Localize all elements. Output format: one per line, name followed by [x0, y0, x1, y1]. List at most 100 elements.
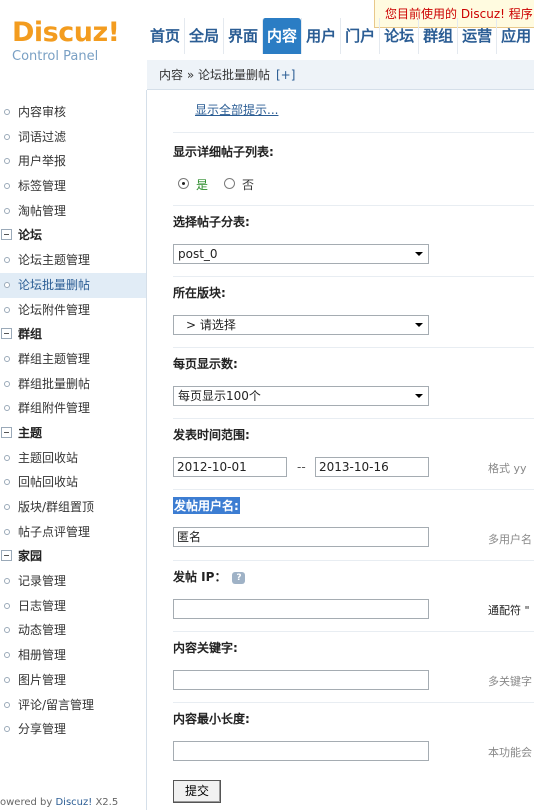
per-page-label: 每页显示数:	[173, 357, 238, 371]
divider	[173, 347, 534, 348]
sidebar-item[interactable]: 相册管理	[0, 643, 146, 668]
bullet-icon	[4, 652, 10, 659]
bullet-icon	[4, 207, 10, 214]
per-page-select[interactable]: 每页显示100个	[173, 386, 429, 406]
radio-yes-label[interactable]: 是	[196, 176, 208, 193]
sidebar-group-header[interactable]: 家园	[0, 544, 146, 569]
bullet-icon	[4, 405, 10, 412]
sidebar-item[interactable]: 群组附件管理	[0, 396, 146, 421]
radio-no[interactable]	[224, 178, 235, 189]
sidebar-item-label: 主题回收站	[18, 450, 79, 465]
sidebar-item-label: 群组主题管理	[18, 351, 91, 366]
bullet-icon	[4, 528, 10, 535]
sidebar-item-label: 群组附件管理	[18, 401, 91, 416]
sidebar-item[interactable]: 回帖回收站	[0, 470, 146, 495]
sidebar-item[interactable]: 淘帖管理	[0, 199, 146, 224]
bullet-icon	[4, 109, 10, 115]
author-label: 发帖用户名:	[173, 497, 240, 514]
nav-content[interactable]: 内容	[262, 18, 302, 54]
sidebar-item[interactable]: 用户举报	[0, 149, 146, 174]
bullet-icon	[4, 133, 10, 140]
sidebar-item-label: 图片管理	[18, 672, 67, 687]
sidebar-item[interactable]: 群组批量删帖	[0, 372, 146, 397]
keyword-input[interactable]	[173, 670, 429, 690]
nav-portal[interactable]: 门户	[340, 18, 379, 54]
sidebar-item-label: 版块/群组置顶	[18, 500, 95, 514]
help-icon[interactable]: ?	[232, 571, 246, 584]
time-end-input[interactable]: 2013-10-16	[315, 457, 429, 477]
author-input[interactable]: 匿名	[173, 527, 429, 547]
sidebar-item[interactable]: 图片管理	[0, 668, 146, 693]
sidebar-item[interactable]: 分享管理	[0, 717, 146, 742]
powered-brand-link[interactable]: Discuz!	[55, 797, 92, 808]
divider	[173, 205, 534, 206]
sidebar-item-label: 论坛主题管理	[18, 253, 91, 268]
radio-yes[interactable]	[178, 178, 189, 189]
forum-select[interactable]: > 请选择	[173, 315, 429, 335]
sidebar-item[interactable]: 动态管理	[0, 618, 146, 643]
sidebar-menu: 内容审核 词语过滤 用户举报 标签管理 淘帖管理 论坛论坛主题管理 论坛批量删帖论坛附件管理…	[0, 90, 146, 742]
nav-style[interactable]: 界面	[223, 18, 262, 54]
collapse-icon	[1, 229, 12, 241]
sidebar-item[interactable]: 内容审核	[0, 100, 146, 125]
sidebar-group-header[interactable]: 群组	[0, 322, 146, 347]
ip-label: 发帖 IP：	[173, 570, 227, 584]
discuz-logo[interactable]: Discuz! Control Panel	[12, 18, 120, 66]
add-shortcut-link[interactable]: [+]	[276, 68, 295, 82]
nav-plugin[interactable]: 应用	[496, 18, 534, 54]
sidebar-item[interactable]: 论坛附件管理	[0, 298, 146, 323]
nav-global[interactable]: 全局	[184, 18, 223, 54]
nav-user[interactable]: 用户	[301, 18, 340, 54]
sidebar-item[interactable]: 记录管理	[0, 569, 146, 594]
detail-list-radio-group: 是 否	[178, 178, 378, 192]
sidebar-item[interactable]: 论坛主题管理	[0, 248, 146, 273]
sidebar-item-label: 家园	[18, 549, 43, 564]
sidebar-item-label: 评论/留言管理	[18, 697, 95, 712]
post-table-select[interactable]: post_0	[173, 244, 429, 264]
divider	[173, 631, 534, 632]
sidebar-item[interactable]: 日志管理	[0, 594, 146, 619]
sidebar-item[interactable]: 论坛批量删帖	[0, 272, 146, 298]
sidebar-item-label: 动态管理	[18, 623, 67, 638]
bullet-icon	[4, 380, 10, 387]
bullet-icon	[4, 726, 10, 733]
post-table-value: post_0	[178, 247, 218, 261]
powered-version: X2.5	[92, 797, 119, 808]
ip-input[interactable]	[173, 599, 429, 619]
sidebar-item-label: 分享管理	[18, 722, 67, 737]
sidebar-item-label: 回帖回收站	[18, 475, 79, 490]
nav-forum[interactable]: 论坛	[379, 18, 418, 54]
bullet-icon	[4, 578, 10, 585]
sidebar-item[interactable]: 词语过滤	[0, 125, 146, 150]
sidebar-item[interactable]: 帖子点评管理	[0, 520, 146, 545]
sidebar-item[interactable]: 主题回收站	[0, 446, 146, 471]
show-all-tips-link[interactable]: 显示全部提示...	[195, 101, 278, 118]
sidebar-item-label: 相册管理	[18, 648, 67, 663]
ip-label-row: 发帖 IP：?	[173, 568, 246, 585]
sidebar-group-header[interactable]: 主题	[0, 421, 146, 446]
sidebar-group-header[interactable]: 论坛	[0, 223, 146, 248]
divider	[173, 702, 534, 703]
bullet-icon	[4, 454, 10, 461]
nav-extended[interactable]: 运营	[457, 18, 496, 54]
collapse-icon	[1, 328, 12, 340]
bullet-icon	[4, 158, 10, 165]
sidebar-item[interactable]: 版块/群组置顶	[0, 495, 146, 520]
submit-button[interactable]: 提交	[173, 780, 221, 803]
radio-no-label[interactable]: 否	[242, 176, 254, 193]
sidebar-item[interactable]: 评论/留言管理	[0, 693, 146, 718]
sidebar-item[interactable]: 标签管理	[0, 174, 146, 199]
nav-home[interactable]: 首页	[146, 18, 184, 54]
bullet-icon	[4, 676, 10, 683]
min-length-input[interactable]	[173, 741, 429, 761]
sidebar-item[interactable]: 群组主题管理	[0, 347, 146, 372]
forum-label: 所在版块:	[173, 286, 226, 300]
dropdown-arrow-icon	[415, 394, 423, 398]
sidebar-item-label: 论坛批量删帖	[18, 277, 91, 292]
nav-group[interactable]: 群组	[418, 18, 457, 54]
divider	[173, 276, 534, 277]
bullet-icon	[4, 627, 10, 634]
time-start-input[interactable]: 2012-10-01	[173, 457, 287, 477]
sidebar-item-label: 群组	[18, 327, 43, 342]
bullet-icon	[4, 602, 10, 609]
